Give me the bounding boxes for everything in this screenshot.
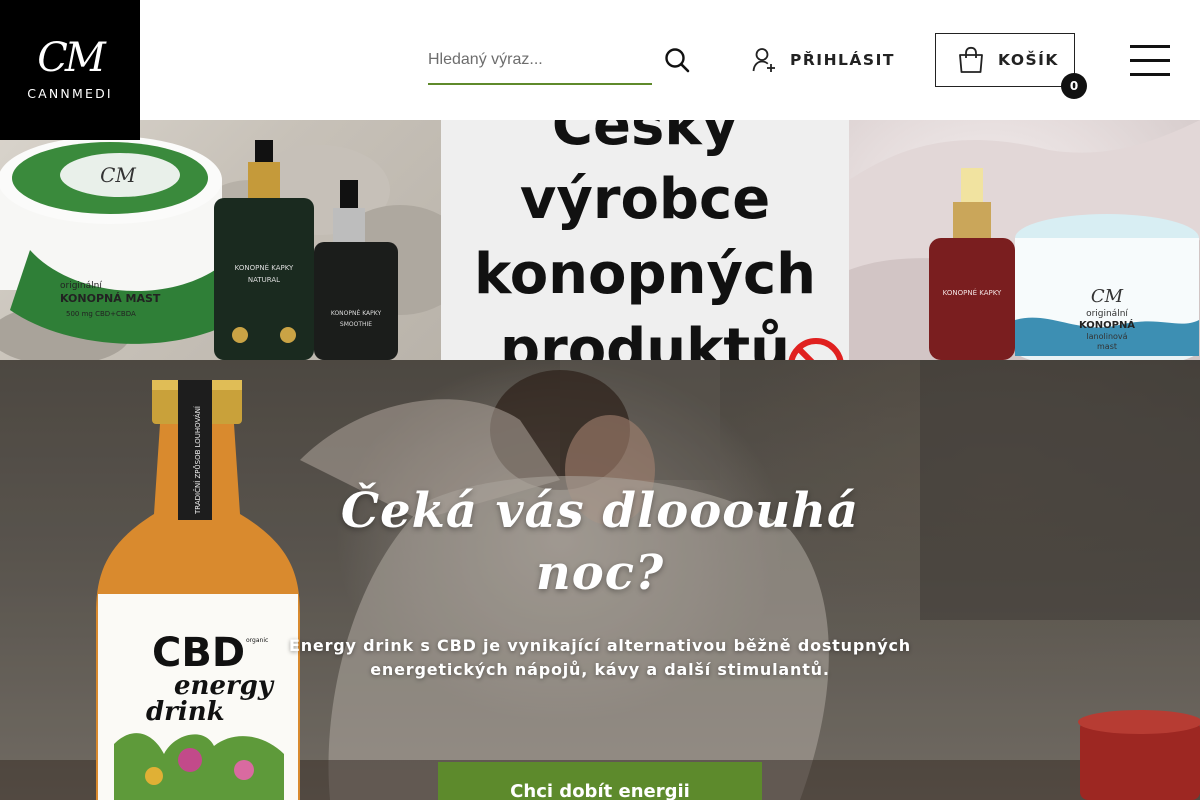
bottle2-label-line1: KONOPNÉ KAPKY <box>331 309 382 317</box>
cart-label: KOŠÍK <box>998 51 1059 69</box>
jar-lid-logo: CM <box>100 163 136 187</box>
cart-count-badge: 0 <box>1061 73 1087 99</box>
jar-label-line3: 500 mg CBD+CBDA <box>66 310 136 318</box>
cart-button[interactable]: KOŠÍK <box>935 33 1075 87</box>
hero-description: Energy drink s CBD je vynikající alterna… <box>289 636 911 679</box>
ointment-and-drops-photo: CM originální KONOPNÁ MAST 500 mg CBD+CB… <box>0 136 441 360</box>
banner-line-3: konopných <box>473 242 817 307</box>
search-icon[interactable] <box>664 47 690 73</box>
login-label: PŘIHLÁSIT <box>790 51 895 69</box>
lanolin-ointment-photo: KONOPNÉ KAPKY CM originální KONOPNÁ lano… <box>849 120 1200 360</box>
right-bottle-label: KONOPNÉ KAPKY <box>943 288 1002 297</box>
hero-cta-button[interactable]: Chci dobít energii <box>438 762 762 800</box>
jar-label-line1: originální <box>60 281 102 291</box>
right-jar-line2: KONOPNÁ <box>1079 318 1135 331</box>
search-bar <box>428 40 652 85</box>
right-jar-logo: CM <box>1091 286 1124 307</box>
right-jar-line4: mast <box>1097 342 1117 351</box>
cannmedi-logo[interactable]: CM CANNMEDI <box>0 0 140 140</box>
bottle2-label-line2: SMOOTHIE <box>340 321 372 328</box>
right-jar-line3: lanolinová <box>1086 332 1127 341</box>
right-jar-line1: originální <box>1086 309 1128 319</box>
site-header: CM CANNMEDI PŘIHLÁSIT KOŠÍK 0 <box>0 0 1200 140</box>
bottle-drink-text: drink <box>146 697 225 727</box>
product-photo-right: KONOPNÉ KAPKY CM originální KONOPNÁ lano… <box>849 120 1200 360</box>
banner-headline: Český výrobce konopných produktů <box>441 120 849 360</box>
bottle1-label-line1: KONOPNÉ KAPKY <box>235 263 294 272</box>
bottle1-label-line2: NATURAL <box>248 276 280 284</box>
user-add-icon <box>752 48 775 72</box>
bottle-neck-text: TRADIČNÍ ZPŮSOB LOUHOVÁNÍ <box>193 406 202 515</box>
hero-section: TRADIČNÍ ZPŮSOB LOUHOVÁNÍ CBD organic en… <box>0 360 1200 800</box>
bottle-cbd-text: CBD <box>152 630 245 676</box>
product-photo-left: CM originální KONOPNÁ MAST 500 mg CBD+CB… <box>0 120 441 360</box>
banner-line-2: výrobce <box>519 167 771 232</box>
jar-label-line2: KONOPNÁ MAST <box>60 292 161 305</box>
logo-name: CANNMEDI <box>27 86 113 101</box>
no-symbol-icon <box>788 338 844 360</box>
hamburger-menu-icon[interactable] <box>1130 45 1170 77</box>
hero-title: Čeká vás dlooouhá noc? <box>340 483 860 601</box>
cbd-energy-drink-bottle: TRADIČNÍ ZPŮSOB LOUHOVÁNÍ CBD organic en… <box>96 380 300 800</box>
shopping-bag-icon <box>959 46 983 73</box>
logo-mark: CM <box>37 35 106 81</box>
banner-line-1: Český <box>551 120 739 158</box>
login-button[interactable]: PŘIHLÁSIT <box>752 46 895 74</box>
search-input[interactable] <box>428 46 628 74</box>
promo-banner[interactable]: CM originální KONOPNÁ MAST 500 mg CBD+CB… <box>0 120 1200 360</box>
